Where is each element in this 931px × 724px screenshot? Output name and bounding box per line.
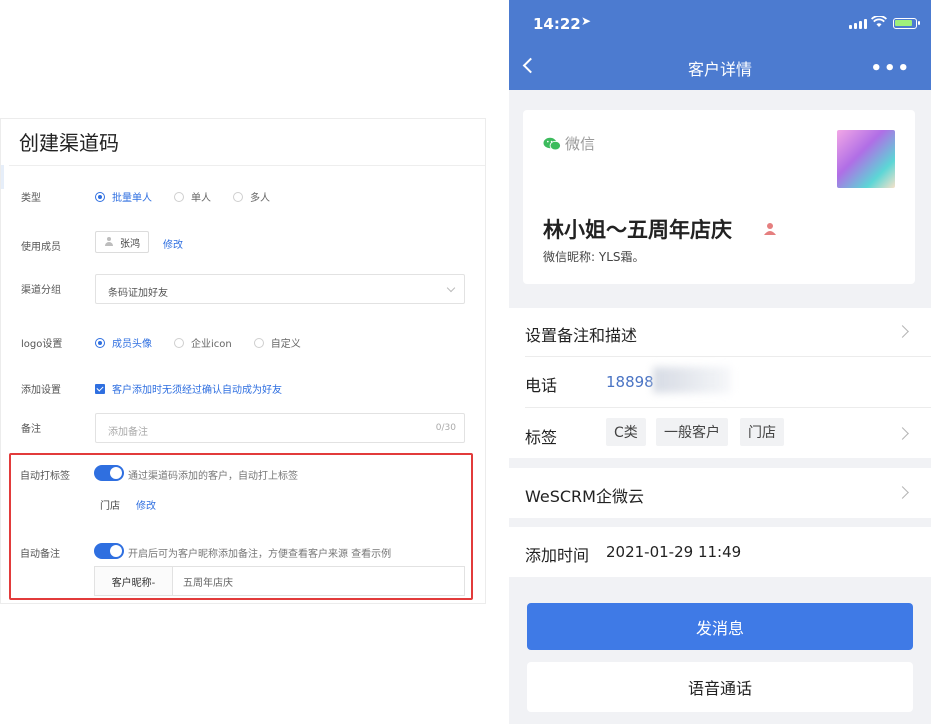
nav-title: 客户详情	[687, 60, 752, 79]
auto-tag-description: 通过渠道码添加的客户，自动打上标签	[128, 471, 298, 482]
members-row: 使用成员 张鸿 修改	[1, 231, 485, 261]
tags-row[interactable]: 标签 C类 一般客户 门店	[509, 408, 931, 458]
add-setting-label: 添加设置	[21, 385, 61, 396]
company-row[interactable]: WeSCRM企微云	[509, 468, 931, 518]
radio-icon	[233, 191, 243, 202]
logo-row: logo设置 成员头像 企业icon 自定义	[1, 328, 485, 358]
edit-tag-link[interactable]: 修改	[136, 497, 156, 512]
auto-remark-label: 自动备注	[20, 549, 60, 560]
screenshot-composite: 创建渠道码 类型 批量单人 单人 多人 使用成员 张鸿 修改 渠道分组 条码证加…	[0, 0, 931, 724]
source-label: 微信	[565, 135, 596, 153]
signal-icon	[849, 19, 867, 29]
radio-icon	[253, 337, 264, 348]
voice-call-button[interactable]: 语音通话	[527, 662, 913, 712]
send-message-button[interactable]: 发消息	[527, 603, 913, 650]
remark-value: 五周年店庆	[183, 577, 233, 589]
tag-chip: 门店	[740, 418, 784, 446]
auto-tag-switch[interactable]	[94, 465, 124, 481]
edit-members-link[interactable]: 修改	[163, 236, 183, 251]
remark-template-field[interactable]: 客户昵称- 五周年店庆	[94, 566, 465, 596]
radio-selected-icon	[95, 337, 105, 348]
add-setting-row: 添加设置 客户添加时无须经过确认自动成为好友	[1, 374, 485, 404]
added-time-value: 2021-01-29 11:49	[606, 543, 742, 561]
set-remark-row[interactable]: 设置备注和描述	[509, 308, 931, 356]
mobile-customer-detail: 14:22 ➤ 客户详情 ••• 微信 林小姐～五周年店庆 微信昵称: YLS霜…	[509, 0, 931, 724]
members-label: 使用成员	[21, 242, 61, 253]
auto-accept-checkbox[interactable]: 客户添加时无须经过确认自动成为好友	[95, 381, 282, 396]
chevron-right-icon	[896, 486, 909, 499]
group-label: 渠道分组	[21, 285, 61, 296]
remark-key: 客户昵称-	[95, 567, 173, 595]
customer-name: 林小姐～五周年店庆	[543, 218, 732, 242]
logo-label: logo设置	[21, 339, 63, 350]
chevron-down-icon	[446, 283, 456, 293]
user-icon	[104, 237, 114, 247]
phone-number[interactable]: 18898	[606, 373, 654, 391]
chevron-right-icon	[896, 427, 909, 440]
note-input[interactable]: 添加备注 0/30	[95, 413, 465, 443]
profile-card: 微信 林小姐～五周年店庆 微信昵称: YLS霜。	[523, 110, 915, 284]
logo-radio-member-avatar[interactable]: 成员头像	[95, 335, 152, 350]
auto-remark-description: 开启后可为客户昵称添加备注，方便查看客户来源 查看示例	[128, 549, 392, 560]
page-title: 创建渠道码	[19, 131, 119, 155]
status-time: 14:22	[533, 15, 581, 33]
masked-digits	[653, 367, 731, 393]
chevron-right-icon	[896, 325, 909, 338]
auto-remark-switch[interactable]	[94, 543, 124, 559]
wifi-icon	[871, 16, 887, 27]
type-radio-single[interactable]: 单人	[174, 189, 211, 204]
radio-selected-icon	[95, 191, 105, 202]
checkbox-checked-icon	[95, 383, 105, 394]
member-tag[interactable]: 张鸿	[95, 231, 149, 253]
tag-chip: C类	[606, 418, 646, 446]
logo-radio-company-icon[interactable]: 企业icon	[174, 335, 232, 350]
type-radio-batch-single[interactable]: 批量单人	[95, 189, 152, 204]
logo-radio-group: 成员头像 企业icon 自定义	[95, 335, 301, 350]
battery-icon	[893, 18, 920, 29]
note-counter: 0/30	[435, 423, 456, 433]
auto-tag-label: 自动打标签	[20, 471, 70, 482]
type-radio-multi[interactable]: 多人	[233, 189, 270, 204]
radio-icon	[174, 337, 184, 348]
tag-chip: 一般客户	[656, 418, 728, 446]
type-label: 类型	[21, 193, 41, 204]
note-row: 备注 添加备注 0/30	[1, 413, 485, 443]
added-time-row: 添加时间 2021-01-29 11:49	[509, 527, 931, 577]
wechat-nickname: 微信昵称: YLS霜。	[543, 250, 645, 264]
auto-tag-chip: 门店	[100, 501, 120, 512]
radio-icon	[174, 191, 184, 202]
phone-row: 电话 18898	[509, 357, 931, 407]
type-row: 类型 批量单人 单人 多人	[1, 182, 485, 212]
title-divider	[9, 165, 485, 166]
type-radio-group: 批量单人 单人 多人	[95, 189, 270, 204]
logo-radio-custom[interactable]: 自定义	[253, 335, 301, 350]
person-icon	[764, 223, 776, 235]
app-header: 14:22 ➤ 客户详情 •••	[509, 0, 931, 90]
note-label: 备注	[21, 424, 41, 435]
member-name: 张鸿	[120, 238, 140, 250]
group-row: 渠道分组 条码证加好友	[1, 274, 485, 304]
location-icon: ➤	[581, 14, 592, 28]
avatar[interactable]	[837, 130, 895, 188]
wechat-icon	[543, 137, 561, 151]
group-select[interactable]: 条码证加好友	[95, 274, 465, 304]
more-icon[interactable]: •••	[870, 58, 911, 79]
